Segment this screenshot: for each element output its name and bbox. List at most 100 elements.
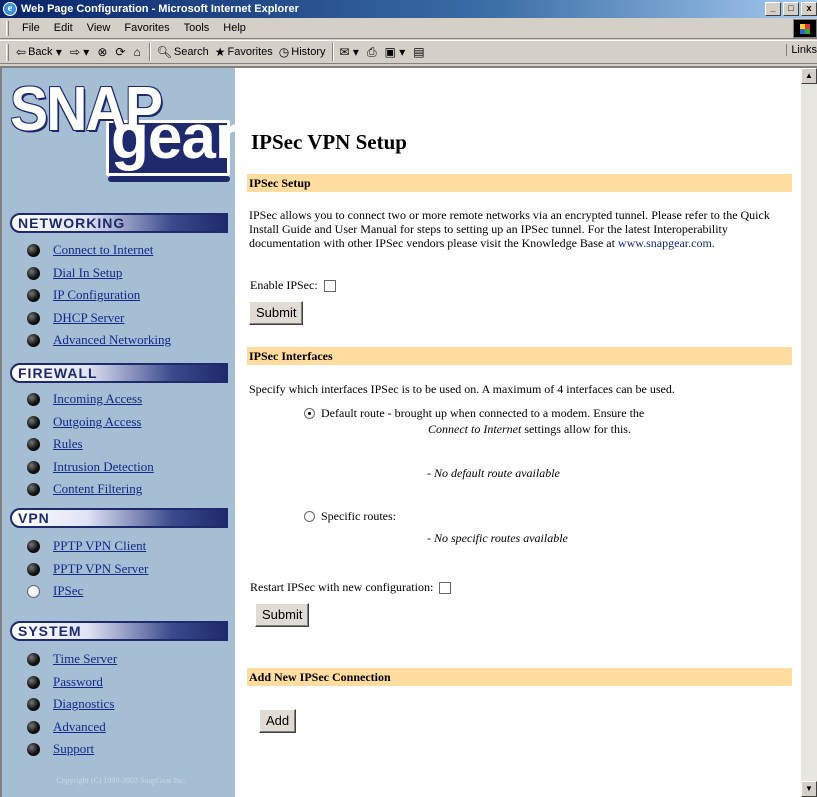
sidebar-item-time-server[interactable]: Time Server [27, 648, 117, 671]
sidebar-link[interactable]: Advanced Networking [42, 332, 171, 348]
sidebar-link[interactable]: Intrusion Detection [42, 459, 154, 475]
current-page-bullet-icon [27, 585, 40, 598]
mail-icon: ✉ ▾ [339, 45, 359, 59]
interfaces-description: Specify which interfaces IPSec is to be … [249, 382, 675, 396]
window-controls: _ □ x [763, 2, 817, 16]
bullet-icon [27, 720, 40, 734]
sidebar-item-dhcp-server[interactable]: DHCP Server [27, 307, 171, 330]
sidebar-link[interactable]: PPTP VPN Server [42, 561, 148, 577]
toolbar-separator [331, 43, 334, 61]
sidebar-item-support[interactable]: Support [27, 738, 117, 761]
mail-button[interactable]: ✉ ▾ [337, 45, 364, 59]
snapgear-link[interactable]: www.snapgear.com. [618, 236, 715, 250]
sidebar-link[interactable]: Password [42, 674, 103, 690]
menu-grip[interactable] [6, 20, 9, 36]
maximize-button[interactable]: □ [783, 2, 799, 16]
sidebar-link[interactable]: IP Configuration [42, 287, 140, 303]
enable-ipsec-checkbox[interactable] [323, 279, 336, 292]
sidebar-link[interactable]: Time Server [42, 651, 117, 667]
bullet-icon [27, 393, 40, 406]
bullet-icon [27, 460, 40, 474]
scroll-up-icon[interactable]: ▲ [801, 68, 817, 84]
sidebar-link[interactable]: Incoming Access [42, 391, 142, 407]
favorites-button[interactable]: ★ Favorites [212, 45, 276, 59]
bullet-icon [27, 653, 40, 666]
sidebar-item-outgoing-access[interactable]: Outgoing Access [27, 411, 154, 434]
history-button[interactable]: ◷ History [276, 45, 329, 59]
menu-help[interactable]: Help [216, 22, 253, 34]
discuss-button[interactable]: ▤ [410, 45, 429, 59]
stop-icon: ⊗ [97, 45, 108, 59]
sidebar-link[interactable]: Support [42, 741, 94, 757]
section-networking: NETWORKING [10, 213, 228, 233]
toolbar: ⇦ Back ▾ ⇨ ▾ ⊗ ⟳ ⌂ 🔍︎ Search ★ Favorites… [0, 40, 817, 64]
default-route-option[interactable]: Default route - brought up when connecte… [304, 406, 644, 421]
specific-routes-radio[interactable] [304, 511, 315, 522]
restart-ipsec-checkbox[interactable] [439, 581, 452, 594]
search-button[interactable]: 🔍︎ Search [154, 45, 212, 59]
menu-view[interactable]: View [80, 22, 118, 34]
sidebar-item-intrusion-detection[interactable]: Intrusion Detection [27, 456, 154, 479]
nav-system: Time Server Password Diagnostics Advance… [27, 648, 117, 761]
sidebar-item-advanced[interactable]: Advanced [27, 716, 117, 739]
sidebar-item-advanced-networking[interactable]: Advanced Networking [27, 329, 171, 352]
sidebar-item-ip-configuration[interactable]: IP Configuration [27, 284, 171, 307]
menu-edit[interactable]: Edit [47, 22, 80, 34]
sidebar-link[interactable]: Connect to Internet [42, 242, 153, 258]
menu-file[interactable]: File [15, 22, 47, 34]
sidebar-item-incoming-access[interactable]: Incoming Access [27, 388, 154, 411]
sidebar-link[interactable]: Outgoing Access [42, 414, 141, 430]
sidebar-link[interactable]: PPTP VPN Client [42, 538, 146, 554]
sidebar-link[interactable]: Content Filtering [42, 481, 142, 497]
sidebar-item-connect-to-internet[interactable]: Connect to Internet [27, 239, 171, 262]
menu-favorites[interactable]: Favorites [117, 22, 176, 34]
sidebar-link[interactable]: DHCP Server [42, 310, 124, 326]
sidebar-link[interactable]: Dial In Setup [42, 265, 122, 281]
toolbar-separator [148, 43, 151, 61]
sidebar-item-content-filtering[interactable]: Content Filtering [27, 478, 154, 501]
scroll-down-icon[interactable]: ▼ [801, 781, 817, 797]
print-button[interactable]: ⎙ [364, 45, 382, 60]
sidebar-item-rules[interactable]: Rules [27, 433, 154, 456]
sidebar-item-password[interactable]: Password [27, 671, 117, 694]
print-icon: ⎙ [366, 44, 377, 59]
ipsec-interfaces-submit-button[interactable]: Submit [255, 603, 310, 627]
ipsec-setup-submit-button[interactable]: Submit [249, 301, 304, 325]
default-route-radio[interactable] [304, 408, 315, 419]
restart-ipsec-label: Restart IPSec with new configuration: [250, 580, 434, 594]
sidebar-link[interactable]: Advanced [42, 719, 106, 735]
bullet-icon [27, 483, 40, 496]
sidebar-item-pptp-vpn-client[interactable]: PPTP VPN Client [27, 535, 148, 558]
forward-button[interactable]: ⇨ ▾ [67, 45, 94, 59]
sidebar-item-ipsec[interactable]: IPSec [27, 580, 148, 603]
bullet-icon [27, 334, 40, 347]
close-button[interactable]: x [801, 2, 817, 16]
minimize-button[interactable]: _ [765, 2, 781, 16]
sidebar-link[interactable]: Rules [42, 436, 83, 452]
menu-tools[interactable]: Tools [177, 22, 217, 34]
sidebar-item-dial-in-setup[interactable]: Dial In Setup [27, 262, 171, 285]
add-connection-button[interactable]: Add [259, 709, 297, 733]
links-bar[interactable]: Links [786, 44, 817, 56]
toolbar-grip[interactable] [6, 43, 9, 61]
back-label: Back [28, 46, 53, 58]
stop-button[interactable]: ⊗ [94, 45, 112, 59]
edit-button[interactable]: ▣ ▾ [382, 45, 411, 59]
refresh-button[interactable]: ⟳ [112, 45, 130, 59]
bullet-icon [27, 244, 40, 257]
back-button[interactable]: ⇦ Back ▾ [13, 45, 67, 59]
sidebar-link[interactable]: Diagnostics [42, 696, 114, 712]
vertical-scrollbar[interactable]: ▲ ▼ [801, 68, 817, 797]
history-label: History [291, 46, 326, 58]
section-header-ipsec-interfaces: IPSec Interfaces [247, 347, 792, 365]
sidebar-link[interactable]: IPSec [42, 583, 83, 599]
history-icon: ◷ [278, 45, 290, 59]
forward-arrow-icon: ⇨ ▾ [69, 45, 90, 59]
sidebar-item-diagnostics[interactable]: Diagnostics [27, 693, 117, 716]
home-button[interactable]: ⌂ [130, 45, 145, 59]
snapgear-logo[interactable]: SNAP gear [10, 75, 239, 186]
bullet-icon [27, 540, 40, 553]
discuss-icon: ▤ [413, 45, 425, 59]
specific-routes-option[interactable]: Specific routes: [304, 509, 396, 524]
sidebar-item-pptp-vpn-server[interactable]: PPTP VPN Server [27, 558, 148, 581]
